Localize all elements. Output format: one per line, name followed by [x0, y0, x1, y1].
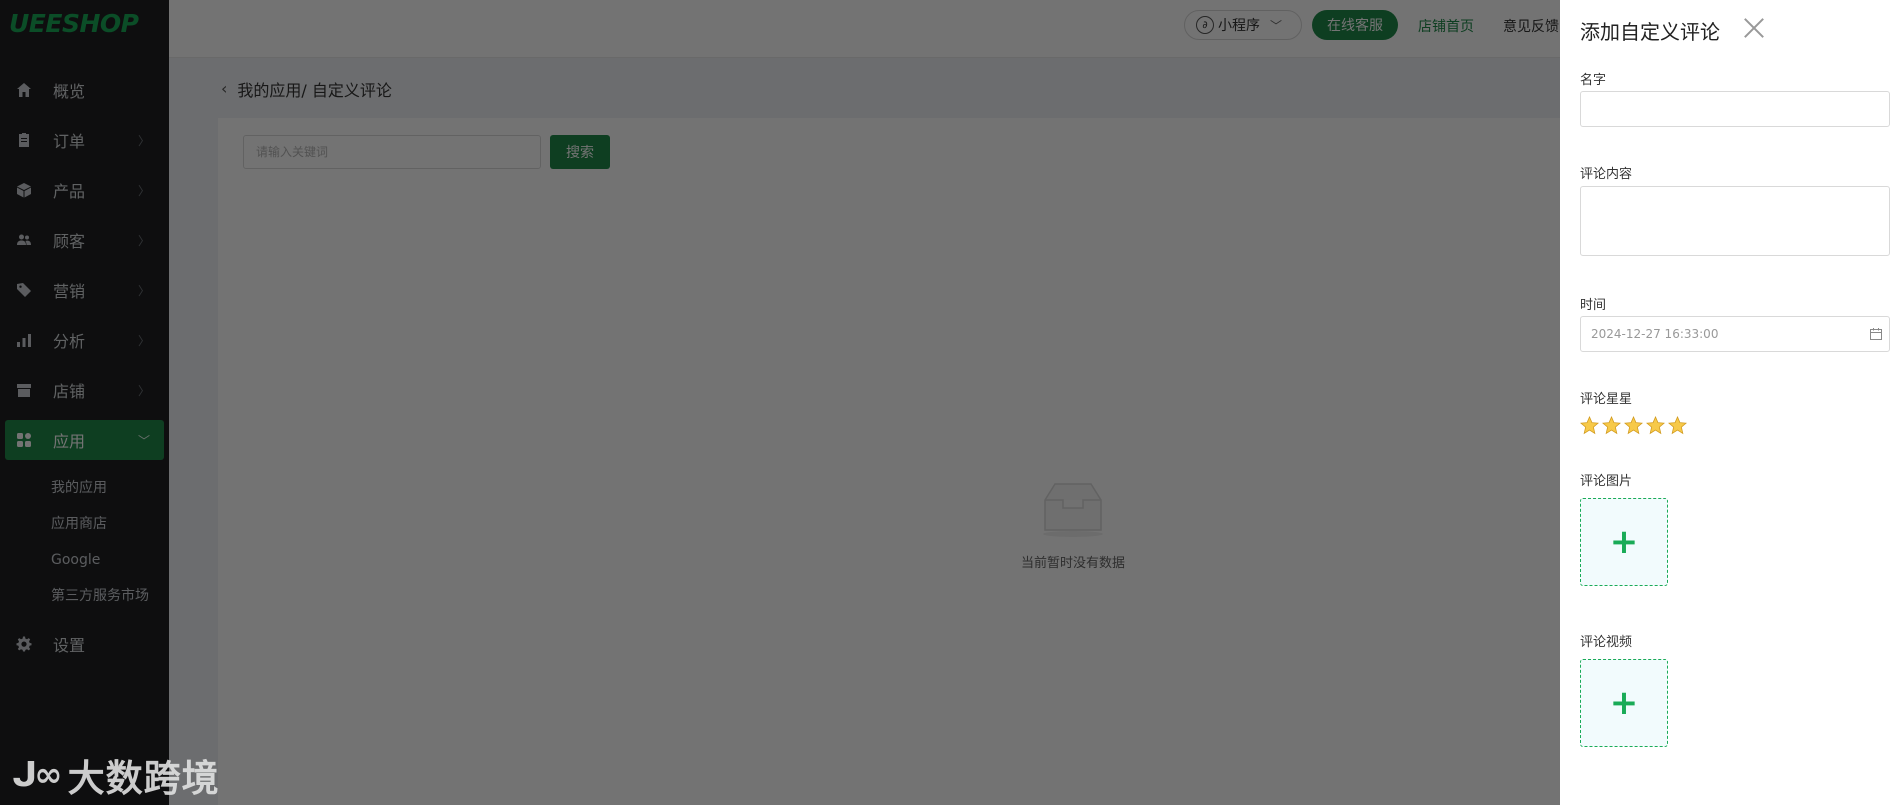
store-icon — [16, 382, 32, 398]
sidebar-item-overview[interactable]: 概览 — [5, 70, 164, 110]
plus-icon: + — [1609, 683, 1639, 723]
sidebar-subitem-my-apps[interactable]: 我的应用 — [0, 470, 169, 506]
sidebar-item-settings[interactable]: 设置 — [5, 624, 164, 664]
empty-state-text: 当前暂时没有数据 — [1020, 556, 1125, 571]
chevron-right-icon: 〉 — [137, 384, 150, 398]
users-icon — [16, 232, 32, 248]
chevron-right-icon: 〉 — [137, 284, 150, 298]
mini-program-dropdown[interactable]: ∂ 小程序 ﹀ — [1184, 10, 1302, 40]
tag-icon — [16, 282, 32, 298]
close-icon[interactable] — [1740, 14, 1768, 42]
name-field[interactable] — [1580, 91, 1890, 127]
store-home-link[interactable]: 店铺首页 — [1418, 16, 1474, 36]
home-icon — [16, 82, 32, 98]
sidebar-item-label: 订单 — [53, 132, 86, 151]
add-review-drawer: 添加自定义评论 名字 评论内容 时间 2024-12-27 16:33:00 评… — [1560, 0, 1903, 805]
upload-video-button[interactable]: + — [1580, 659, 1668, 747]
box-icon — [16, 182, 32, 198]
sidebar-item-customers[interactable]: 顾客 〉 — [5, 220, 164, 260]
sidebar-item-analytics[interactable]: 分析 〉 — [5, 320, 164, 360]
mini-program-label: 小程序 — [1218, 18, 1260, 34]
drawer-title: 添加自定义评论 — [1580, 20, 1720, 44]
star-icon[interactable] — [1580, 415, 1599, 435]
watermark-text: 大数跨境 — [67, 757, 220, 800]
gear-icon — [16, 636, 32, 652]
sidebar: UEESHOP 概览 订单 〉 产品 〉 顾客 〉 营销 〉 分析 〉 店铺 〉… — [0, 0, 169, 805]
chevron-down-icon: ﹀ — [137, 434, 150, 448]
star-icon[interactable] — [1624, 415, 1643, 435]
online-service-button[interactable]: 在线客服 — [1312, 10, 1398, 40]
review-content-label: 评论内容 — [1580, 167, 1633, 182]
star-icon[interactable] — [1668, 415, 1687, 435]
sidebar-item-label: 应用 — [53, 432, 86, 451]
sidebar-subitem-third-party-market[interactable]: 第三方服务市场 — [0, 578, 169, 614]
star-rating — [1580, 415, 1687, 435]
sidebar-item-label: 营销 — [53, 282, 86, 301]
chevron-right-icon: 〉 — [137, 134, 150, 148]
chevron-right-icon: 〉 — [137, 234, 150, 248]
sidebar-subitem-app-store[interactable]: 应用商店 — [0, 506, 169, 542]
star-icon[interactable] — [1646, 415, 1665, 435]
time-label: 时间 — [1580, 298, 1607, 313]
sidebar-item-marketing[interactable]: 营销 〉 — [5, 270, 164, 310]
back-arrow-icon[interactable]: ‹ — [221, 79, 227, 98]
sidebar-item-label: 店铺 — [53, 382, 86, 401]
upload-image-button[interactable]: + — [1580, 498, 1668, 586]
brand-logo[interactable]: UEESHOP — [0, 0, 169, 52]
clipboard-icon — [16, 132, 32, 148]
star-icon[interactable] — [1602, 415, 1621, 435]
time-picker[interactable]: 2024-12-27 16:33:00 — [1580, 316, 1890, 352]
apps-icon — [16, 432, 32, 448]
search-input[interactable] — [243, 135, 541, 169]
chevron-down-icon: ﹀ — [1270, 18, 1283, 33]
mini-program-icon: ∂ — [1196, 16, 1214, 34]
chevron-right-icon: 〉 — [137, 184, 150, 198]
empty-state: 当前暂时没有数据 — [973, 478, 1173, 571]
review-video-label: 评论视频 — [1580, 635, 1633, 650]
review-images-label: 评论图片 — [1580, 474, 1633, 489]
empty-inbox-icon — [1033, 478, 1113, 538]
sidebar-item-orders[interactable]: 订单 〉 — [5, 120, 164, 160]
sidebar-item-label: 顾客 — [53, 232, 86, 251]
sidebar-item-label: 设置 — [53, 636, 86, 655]
watermark-logo-icon: ᒍ∞ — [12, 755, 63, 795]
feedback-link[interactable]: 意见反馈 — [1503, 16, 1559, 36]
search-button[interactable]: 搜索 — [550, 135, 610, 169]
sidebar-item-label: 概览 — [53, 82, 86, 101]
watermark: ᒍ∞ 大数跨境 — [12, 748, 220, 802]
calendar-icon — [1869, 327, 1883, 341]
sidebar-item-products[interactable]: 产品 〉 — [5, 170, 164, 210]
plus-icon: + — [1609, 522, 1639, 562]
sidebar-item-store[interactable]: 店铺 〉 — [5, 370, 164, 410]
apps-subnav: 我的应用 应用商店 Google 第三方服务市场 — [0, 470, 169, 614]
name-label: 名字 — [1580, 73, 1607, 88]
time-value: 2024-12-27 16:33:00 — [1591, 327, 1719, 341]
breadcrumb-text: 我的应用/ 自定义评论 — [237, 80, 392, 100]
sidebar-item-label: 分析 — [53, 332, 86, 351]
sidebar-nav: 概览 订单 〉 产品 〉 顾客 〉 营销 〉 分析 〉 店铺 〉 应用 ﹀ 我的… — [0, 70, 169, 664]
review-content-field[interactable] — [1580, 186, 1890, 256]
review-stars-label: 评论星星 — [1580, 392, 1633, 407]
chevron-right-icon: 〉 — [137, 334, 150, 348]
sidebar-subitem-google[interactable]: Google — [0, 542, 169, 578]
bar-chart-icon — [16, 332, 32, 348]
sidebar-item-apps[interactable]: 应用 ﹀ — [5, 420, 164, 460]
sidebar-item-label: 产品 — [53, 182, 86, 201]
